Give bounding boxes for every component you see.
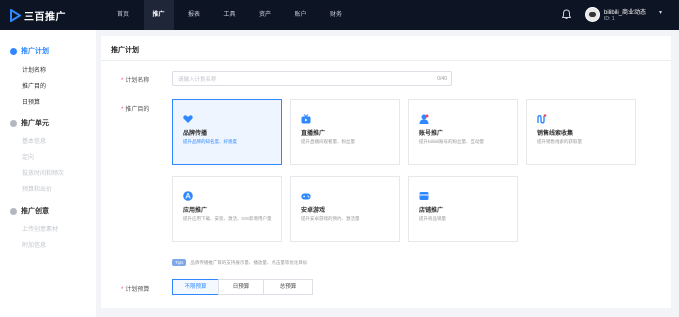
purpose-card-live[interactable]: 直播推广 提升直播间观看量、粉丝量 <box>290 99 400 165</box>
play-logo-icon <box>10 9 21 22</box>
card-desc: 提升应用下载、安装、激活、iOS新增用户量 <box>183 216 272 221</box>
page-title: 推广计划 <box>111 47 139 54</box>
budget-label-text: 计划预算 <box>125 287 150 293</box>
nav-reports[interactable]: 报表 <box>179 0 209 30</box>
nav-promotion[interactable]: 推广 <box>143 0 174 30</box>
sidebar-section-creative[interactable]: 推广创意 <box>10 206 49 216</box>
nav-account[interactable]: 账户 <box>286 0 316 30</box>
plan-name-label-text: 计划名称 <box>125 78 150 84</box>
gamepad-icon <box>301 193 311 200</box>
main-panel: 推广计划 * 计划名称 请输入计划名称 0/40 * 推广目的 品牌传播 提升品牌的… <box>101 36 671 308</box>
card-title: 直播推广 <box>301 131 326 137</box>
purpose-card-account[interactable]: 账号推广 提升bilibili账号的粉丝量、互动量 <box>408 99 518 165</box>
plan-name-input[interactable]: 请输入计划名称 0/40 <box>172 71 452 86</box>
tv-icon <box>301 114 311 124</box>
chevron-down-icon[interactable]: ▾ <box>659 9 662 16</box>
avatar[interactable] <box>585 7 600 22</box>
card-desc: 提升bilibili账号的粉丝量、互动量 <box>419 139 485 144</box>
shop-icon <box>419 192 429 200</box>
card-title: 品牌传播 <box>183 131 208 137</box>
user-id: ID: 1 <box>604 16 615 22</box>
card-title: 销售线索收集 <box>537 131 574 137</box>
plan-name-placeholder: 请输入计划名称 <box>178 77 217 83</box>
tip-row: Tips 品牌传播推广目的支持展示量、播放量、点击量等优化目标 <box>172 259 307 266</box>
sidebar-item-plan-name[interactable]: 计划名称 <box>22 65 46 74</box>
tip-badge: Tips <box>172 259 187 266</box>
app-store-icon <box>183 191 193 201</box>
budget-option-unlimited[interactable]: 不限预算 <box>172 279 219 295</box>
tip-text: 品牌传播推广目的支持展示量、播放量、点击量等优化目标 <box>190 259 308 265</box>
nav-tools[interactable]: 工具 <box>215 0 245 30</box>
card-desc: 提升安卓游戏的预约、激活量 <box>301 216 360 221</box>
purpose-card-android-game[interactable]: 安卓游戏 提升安卓游戏的预约、激活量 <box>290 176 400 242</box>
card-title: 店铺推广 <box>419 208 444 214</box>
step-dot-icon <box>10 207 17 215</box>
purpose-card-shop[interactable]: 店铺推广 提升商品销量 <box>408 176 518 242</box>
top-nav: 首页 推广 报表 工具 资产 账户 财务 <box>108 0 357 30</box>
divider <box>101 60 671 61</box>
sidebar-item-bidding[interactable]: 预算和出价 <box>22 184 52 193</box>
avatar-face-icon <box>589 12 596 17</box>
step-dot-icon <box>10 119 17 127</box>
budget-option-total[interactable]: 总预算 <box>263 279 313 295</box>
purpose-card-brand[interactable]: 品牌传播 提升品牌的知名度、好感度 <box>172 99 282 165</box>
heart-icon <box>183 115 193 123</box>
card-title: 应用推广 <box>183 208 208 214</box>
sidebar-item-upload-creative[interactable]: 上传创意素材 <box>22 224 58 233</box>
card-desc: 提升品牌的知名度、好感度 <box>183 139 237 144</box>
sidebar-item-schedule[interactable]: 投放时间和频次 <box>22 168 64 177</box>
nav-home[interactable]: 首页 <box>108 0 138 30</box>
sidebar-section-label: 推广计划 <box>21 48 49 55</box>
sidebar-section-label: 推广单元 <box>21 120 49 127</box>
sidebar-item-basic-info[interactable]: 基本信息 <box>22 136 46 145</box>
purpose-card-app[interactable]: 应用推广 提升应用下载、安装、激活、iOS新增用户量 <box>172 176 282 242</box>
funnel-icon <box>537 114 547 124</box>
purpose-card-leads[interactable]: 销售线索收集 提升销售线索的获取量 <box>526 99 636 165</box>
purpose-label-text: 推广目的 <box>125 107 150 113</box>
bell-icon[interactable] <box>561 9 572 22</box>
card-title: 账号推广 <box>419 131 444 137</box>
card-desc: 提升直播间观看量、粉丝量 <box>301 139 355 144</box>
user-name[interactable]: bilibili_商业动态 <box>604 7 646 16</box>
sidebar-item-daily-budget[interactable]: 日预算 <box>22 97 40 106</box>
sidebar-item-purpose[interactable]: 推广目的 <box>22 81 46 90</box>
sidebar: 推广计划 计划名称 推广目的 日预算 推广单元 基本信息 定向 投放时间和频次 … <box>0 30 96 317</box>
step-dot-icon <box>10 47 17 55</box>
top-nav-bar: 三百推广 首页 推广 报表 工具 资产 账户 财务 bilibili_商业动态 … <box>0 0 679 30</box>
budget-label: * 计划预算 <box>121 287 150 293</box>
user-icon <box>419 114 429 124</box>
card-desc: 提升商品销量 <box>419 216 446 221</box>
nav-finance[interactable]: 财务 <box>321 0 351 30</box>
sidebar-section-label: 推广创意 <box>21 208 49 215</box>
card-desc: 提升销售线索的获取量 <box>537 139 582 144</box>
sidebar-item-targeting[interactable]: 定向 <box>22 152 34 161</box>
purpose-label: * 推广目的 <box>121 107 150 113</box>
nav-assets[interactable]: 资产 <box>250 0 280 30</box>
sidebar-item-extra-info[interactable]: 附加信息 <box>22 240 46 249</box>
budget-option-daily[interactable]: 日预算 <box>218 279 264 295</box>
plan-name-label: * 计划名称 <box>121 78 150 84</box>
sidebar-section-unit[interactable]: 推广单元 <box>10 118 49 128</box>
logo-text: 三百推广 <box>24 12 66 23</box>
logo[interactable]: 三百推广 <box>10 8 66 23</box>
char-counter: 0/40 <box>437 76 447 82</box>
sidebar-section-plan[interactable]: 推广计划 <box>10 46 49 56</box>
card-title: 安卓游戏 <box>301 208 326 214</box>
